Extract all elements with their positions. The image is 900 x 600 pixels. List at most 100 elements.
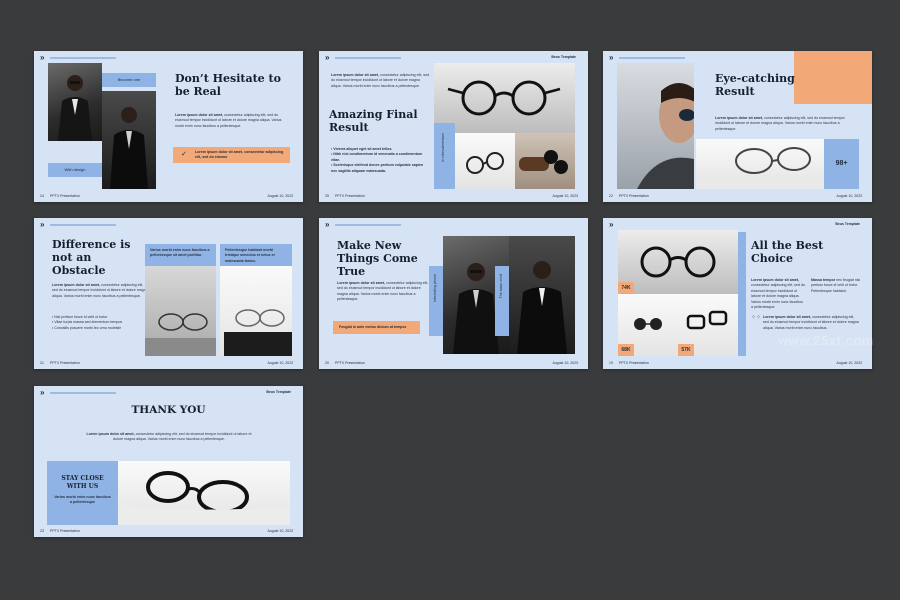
man-in-suit-photo [48, 63, 102, 141]
slide-amazing-final-result[interactable]: » Beus Template Lorem ipsum dolor sit am… [319, 51, 588, 202]
top-line [50, 57, 116, 59]
glasses-icon [640, 246, 716, 278]
glasses-icon [118, 471, 290, 525]
page-number: 22 [609, 194, 613, 198]
brand-label: Beus Template [835, 222, 860, 226]
glasses-on-box-photo [220, 266, 292, 356]
chevron-icon: » [325, 53, 330, 62]
body-col-2: Massa tempor nec feugiat nisl pretium fu… [811, 278, 861, 293]
body-text: Lorem ipsum dolor sit amet, consectetur … [86, 432, 252, 442]
stat-badge: 98+ [824, 139, 859, 189]
slide-date: August 10, 2023 [836, 194, 863, 198]
glasses-on-book-photo [696, 139, 824, 189]
chevron-icon: » [609, 53, 614, 62]
top-line [50, 224, 116, 226]
vertical-label-box: In intervalmentum [434, 123, 455, 189]
slide-date: August 10, 2023 [836, 361, 863, 365]
body-col-1: Lorem ipsum dolor sit amet, consectetur … [751, 278, 805, 310]
callout-box: ✓ Lorem ipsum dolor sit amet, consectetu… [173, 147, 290, 163]
orange-accent-box [794, 51, 872, 104]
glasses-icon [447, 80, 561, 116]
man-black-suit-photo [102, 91, 156, 189]
slide-date: August 10, 2023 [267, 529, 294, 533]
vertical-label-box: Interesting phone [429, 266, 443, 336]
top-line [335, 57, 401, 59]
page-number: 25 [325, 194, 329, 198]
slide-title: All the Best Choice [751, 239, 824, 265]
watermark: www.25xt.com [778, 333, 874, 348]
chevron-icon: » [609, 220, 614, 229]
page-number: 20 [325, 361, 329, 365]
man-suit-photo-2 [509, 236, 575, 354]
stat-74k: 74K [618, 282, 634, 294]
slide-thank-you[interactable]: » Beus Template THANK YOU Lorem ipsum do… [34, 386, 303, 537]
dots-grid-icon: ⁘⁘ [751, 315, 762, 321]
stay-close-box: STAY CLOSE WITH US Varius morbi enim nun… [47, 461, 118, 525]
page-number: 21 [40, 361, 44, 365]
become-one-tag: Become one [102, 73, 156, 87]
body-text: Lorem ipsum dolor sit amet, consectetur … [715, 116, 845, 131]
man-face-icon [637, 83, 694, 189]
presentation-label: PPTX Presentation [50, 194, 80, 198]
chevron-icon: » [40, 53, 45, 62]
presentation-label: PPTX Presentation [335, 194, 365, 198]
man-sunglasses-portrait [617, 63, 694, 189]
vertical-label-box: The basic mind [495, 266, 509, 336]
page-number: 19 [609, 361, 613, 365]
check-icon: ✓ [181, 151, 187, 158]
chevron-icon: » [40, 220, 45, 229]
chevron-icon: » [40, 388, 45, 397]
slide-title: Make New Things Come True [337, 239, 418, 278]
slide-difference-obstacle[interactable]: » Difference is not an Obstacle Lorem ip… [34, 218, 303, 369]
slide-date: August 10, 2023 [552, 194, 579, 198]
glasses-on-stand-photo [145, 266, 216, 356]
body-text: Lorem ipsum dolor sit amet, consectetur … [175, 113, 282, 128]
sunglasses-case-photo [515, 133, 575, 189]
brand-label: Beus Template [266, 390, 291, 394]
card-1-header: Varius morbi enim nunc faucibus a pellen… [145, 244, 216, 266]
stat-57k: 57K [678, 344, 694, 356]
presentation-label: PPTX Presentation [50, 361, 80, 365]
with-design-tag: With design [48, 163, 102, 177]
slide-eye-catching-result[interactable]: » Beus Template Eye-catching Result Lore… [603, 51, 872, 202]
stay-close-heading: STAY CLOSE WITH US [61, 475, 104, 490]
presentation-label: PPTX Presentation [619, 361, 649, 365]
man-silhouette-icon [110, 107, 148, 189]
glasses-icon [696, 147, 824, 189]
glasses-icon [145, 313, 216, 356]
glasses-icon [466, 152, 504, 174]
page-number: 24 [40, 194, 44, 198]
top-line [50, 392, 116, 394]
stay-close-subtext: Varius morbi enim nunc faucibus a pellen… [54, 495, 111, 505]
card-2-header: Pellentesque habitant morbi tristique se… [220, 244, 292, 266]
bullet-list: Viverra aliquet eget sit amet tellus. Ni… [331, 147, 429, 174]
body-text: Lorem ipsum dolor sit amet, consectetur … [331, 73, 430, 88]
slide-make-new-things[interactable]: » Make New Things Come True Lorem ipsum … [319, 218, 588, 369]
body-text: Lorem ipsum dolor sit amet, consectetur … [337, 281, 429, 302]
presentation-label: PPTX Presentation [619, 194, 649, 198]
slide-date: August 10, 2023 [267, 361, 294, 365]
slide-title: Eye-catching Result [715, 72, 795, 98]
callout-box: Feugiat in ante metus dictum at tempor [333, 321, 420, 334]
slide-title: THANK YOU [131, 404, 206, 416]
black-glasses-photo [618, 230, 738, 294]
chevron-icon: » [325, 220, 330, 229]
man-silhouette-icon [58, 75, 92, 141]
glasses-on-book-photo [118, 461, 290, 525]
sunglasses-icon [519, 150, 568, 174]
body-text: Lorem ipsum dolor sit amet, consectetur … [52, 283, 148, 298]
top-line [619, 57, 685, 59]
bullet-list: Nisl pretium fusce id velit ut tortor Vi… [52, 315, 148, 331]
slide-title: Amazing Final Result [329, 108, 418, 134]
slide-dont-hesitate[interactable]: » Become one With design Don’t Hesitate … [34, 51, 303, 202]
man-silhouette-icon [517, 261, 567, 354]
presentation-label: PPTX Presentation [335, 361, 365, 365]
glasses-on-desk-photo [455, 133, 515, 189]
brand-label: Beus Template [551, 55, 576, 59]
top-line [335, 224, 401, 226]
slide-title: Don’t Hesitate to be Real [175, 72, 281, 98]
presentation-label: PPTX Presentation [50, 529, 80, 533]
stat-68k: 68K [618, 344, 634, 356]
glasses-photo [434, 63, 575, 133]
slide-date: August 10, 2023 [267, 194, 294, 198]
